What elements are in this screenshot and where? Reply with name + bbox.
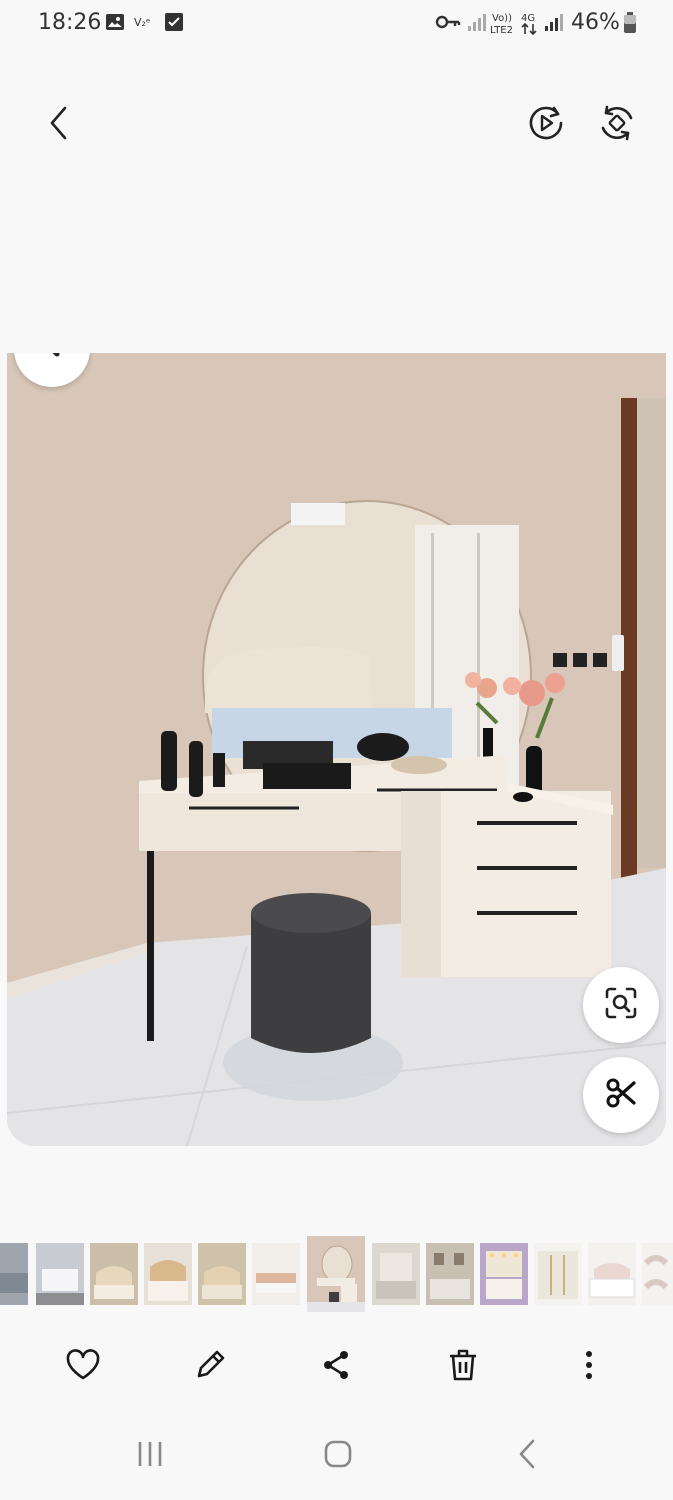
thumbnail[interactable] [480,1243,528,1305]
home-icon [323,1439,353,1474]
signal-icon [543,12,563,32]
status-time: 18:26 [38,10,102,35]
signal-icon [466,12,486,32]
status-bar: 18:26 V₂ᵉ Vo)) LTE2 4G 46% [0,0,673,46]
vanity-photo [7,353,666,1146]
svg-text:Vo)): Vo)) [492,13,512,24]
magnify-icon [603,985,639,1026]
home-button[interactable] [314,1432,362,1480]
thumbnail[interactable] [642,1243,673,1305]
thumbnail[interactable] [588,1243,636,1305]
share-icon [320,1349,352,1386]
thumbnail[interactable] [372,1243,420,1305]
delete-button[interactable] [441,1345,485,1389]
scissors-icon [604,1076,638,1115]
volte-lte2-icon: Vo)) LTE2 [490,10,518,36]
more-icon [585,1350,593,1385]
thumbnail-active[interactable] [307,1236,365,1312]
key-icon [435,12,461,32]
recent-apps-button[interactable] [126,1432,174,1480]
motion-photo-button[interactable] [523,102,569,148]
svg-text:4G: 4G [521,13,535,24]
rotate-button[interactable] [594,102,640,148]
cutout-button[interactable] [583,1057,659,1133]
recent-apps-icon [136,1440,164,1473]
share-button[interactable] [314,1345,358,1389]
battery-percentage: 46% [571,10,620,35]
thumbnail[interactable] [198,1243,246,1305]
battery-icon [623,12,637,33]
gallery-icon [105,12,125,32]
photo-viewer[interactable] [7,353,666,1146]
visual-search-button[interactable] [583,967,659,1043]
thumbnail[interactable] [534,1243,582,1305]
back-icon [47,105,71,146]
edit-icon [193,1348,227,1387]
play-motion-icon [527,104,565,147]
thumbnail[interactable] [252,1243,300,1305]
thumbnail[interactable] [144,1243,192,1305]
pen-icon [37,353,67,364]
checkbox-icon [164,12,184,32]
svg-text:LTE2: LTE2 [490,25,513,36]
svg-text:V₂ᵉ: V₂ᵉ [134,16,151,29]
thumbnail[interactable] [426,1243,474,1305]
nav-back-button[interactable] [503,1432,551,1480]
back-button[interactable] [36,102,82,148]
heart-icon [65,1348,101,1386]
thumbnail[interactable] [90,1243,138,1305]
4g-icon: 4G [519,10,541,36]
edit-button[interactable] [188,1345,232,1389]
thumbnail-strip[interactable] [0,1236,673,1314]
delete-icon [447,1348,479,1387]
favorite-button[interactable] [61,1345,105,1389]
volte-icon: V₂ᵉ [134,12,158,32]
thumbnail[interactable] [36,1243,84,1305]
thumbnail[interactable] [0,1243,28,1305]
more-options-button[interactable] [567,1345,611,1389]
back-icon [516,1438,538,1475]
rotate-icon [598,104,636,147]
